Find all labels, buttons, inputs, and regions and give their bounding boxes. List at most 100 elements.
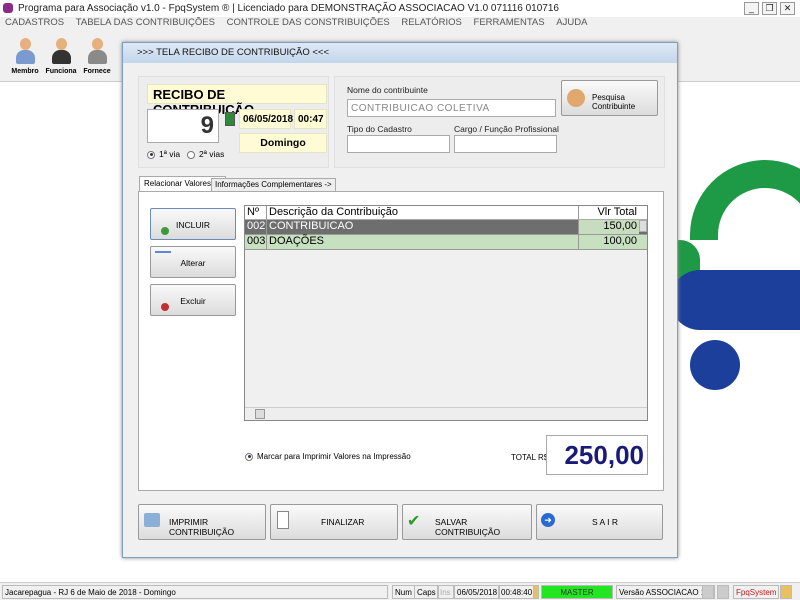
window-title: Programa para Associação v1.0 - FpqSyste… [18,3,559,14]
menu-relatorios[interactable]: RELATÓRIOS [401,17,462,28]
employee-icon [50,36,72,66]
col-numero[interactable]: Nº [245,206,267,219]
via2-label: 2ª vias [199,149,225,159]
cell-valor: 100,00 [603,235,637,247]
user-icon [533,585,539,599]
salvar-label: SALVAR CONTRIBUIÇÃO [435,517,501,537]
contributor-panel: Nome do contribuinte CONTRIBUICAO COLETI… [334,76,665,168]
status-location: Jacarepagua - RJ 6 de Maio de 2018 - Dom… [2,585,388,599]
table-row[interactable]: 003 DOAÇÕES 100,00 [245,235,647,250]
toolbar-fornece-button[interactable]: Fornece [78,34,116,80]
close-button[interactable]: ✕ [780,2,795,15]
membro-label: Membro [11,68,39,75]
receipt-heading: RECIBO DE CONTRIBUIÇÃO [147,84,327,117]
cargo-label: Cargo / Função Profissional [454,124,559,134]
minimize-button[interactable]: _ [744,2,759,15]
pesquisa-label: Pesquisa Contribuinte [592,93,636,111]
tipo-label: Tipo do Cadastro [347,124,412,134]
status-user: MASTER [541,585,613,599]
col-descricao[interactable]: Descrição da Contribuição [267,206,579,219]
cell-numero: 003 [247,235,267,249]
receipt-date: 06/05/2018 [239,109,293,129]
cell-descricao: DOAÇÕES [267,235,579,249]
status-caps: Caps [414,585,439,599]
edit-icon [155,251,171,261]
menu-ajuda[interactable]: AJUDA [556,17,587,28]
menu-ferramentas[interactable]: FERRAMENTAS [474,17,545,28]
menu-cadastros[interactable]: CADASTROS [5,17,64,28]
imprimir-button[interactable]: IMPRIMIR CONTRIBUIÇÃO [138,504,266,540]
grid-header: Nº Descrição da Contribuição Vlr Total [245,206,647,220]
menu-tabela[interactable]: TABELA DAS CONTRIBUIÇÕES [76,17,215,28]
nome-label: Nome do contribuinte [347,85,428,95]
col-vlr-total[interactable]: Vlr Total [579,206,639,219]
calculator-icon[interactable] [225,112,235,126]
via2-radio[interactable]: 2ª vias [187,149,224,159]
horizontal-scrollbar[interactable] [245,407,647,420]
receipt-weekday: Domingo [239,133,327,153]
title-bar: Programa para Associação v1.0 - FpqSyste… [0,0,800,17]
cell-descricao: CONTRIBUICAO [267,220,579,234]
radio-indicator [187,150,195,159]
status-version: Versão ASSOCIACAO 1.0 [616,585,715,599]
supplier-icon [86,36,108,66]
via1-radio[interactable]: 1ª via [147,149,180,159]
contributions-grid: Nº Descrição da Contribuição Vlr Total 0… [244,205,648,421]
tab-informacoes-complementares[interactable]: Informações Complementares -> [211,178,336,191]
pesquisa-contribuinte-button[interactable]: Pesquisa Contribuinte [561,80,658,116]
toolbar-membro-button[interactable]: Membro [6,34,44,80]
exit-arrow-icon: ➜ [541,513,555,527]
excluir-label: Excluir [180,296,206,306]
total-label: TOTAL R$ [511,453,549,462]
marcar-imprimir-radio[interactable]: Marcar para Imprimir Valores na Impressã… [245,452,411,461]
checkmark-icon: ✔ [407,513,421,530]
total-value: 250,00 [546,435,648,475]
app-icon [3,3,13,13]
incluir-label: INCLUIR [175,220,210,230]
tipo-input[interactable] [347,135,450,153]
cell-numero: 002 [247,220,267,234]
members-icon [14,36,36,66]
disk-icon [702,585,714,599]
people-search-icon [567,89,585,107]
status-brand: FpqSystem [733,585,780,599]
receipt-panel: RECIBO DE CONTRIBUIÇÃO 9 06/05/2018 00:4… [138,76,329,168]
fornece-label: Fornece [83,68,111,75]
sair-label: S A I R [592,517,618,527]
sair-button[interactable]: ➜ S A I R [536,504,663,540]
finalizar-label: FINALIZAR [321,517,365,527]
cargo-input[interactable] [454,135,557,153]
incluir-button[interactable]: INCLUIR [150,208,236,240]
status-time: 00:48:40 [498,585,536,599]
table-row[interactable]: 002 CONTRIBUICAO 150,00 [245,220,647,235]
radio-indicator [245,452,253,461]
alterar-button[interactable]: Alterar [150,246,236,278]
dialog-title: >>> TELA RECIBO DE CONTRIBUIÇÃO <<< [123,43,677,63]
info-icon [780,585,792,599]
receipt-number: 9 [147,109,219,143]
status-date: 06/05/2018 [454,585,501,599]
marcar-label: Marcar para Imprimir Valores na Impressã… [257,452,411,461]
menu-bar: CADASTROS TABELA DAS CONTRIBUIÇÕES CONTR… [0,17,800,32]
add-icon [161,227,169,235]
printer-icon [144,513,160,527]
scroll-thumb[interactable] [255,409,265,419]
excluir-button[interactable]: Excluir [150,284,236,316]
via1-label: 1ª via [159,149,181,159]
alterar-label: Alterar [180,258,206,268]
nome-input[interactable]: CONTRIBUICAO COLETIVA [347,99,556,117]
imprimir-label: IMPRIMIR CONTRIBUIÇÃO [169,517,235,537]
finalizar-button[interactable]: FINALIZAR [270,504,398,540]
document-check-icon [277,511,289,529]
network-icon [717,585,729,599]
receipt-time: 00:47 [294,109,327,129]
status-bar: Jacarepagua - RJ 6 de Maio de 2018 - Dom… [0,582,800,600]
status-ins: Ins [437,585,454,599]
salvar-button[interactable]: ✔ SALVAR CONTRIBUIÇÃO [402,504,532,540]
radio-indicator [147,150,155,159]
funciona-label: Funciona [45,68,77,75]
menu-controle[interactable]: CONTROLE DAS CONSTRIBUIÇÕES [227,17,390,28]
restore-button[interactable]: ❐ [762,2,777,15]
toolbar-funciona-button[interactable]: Funciona [42,34,80,80]
vertical-scrollbar[interactable] [639,220,647,232]
